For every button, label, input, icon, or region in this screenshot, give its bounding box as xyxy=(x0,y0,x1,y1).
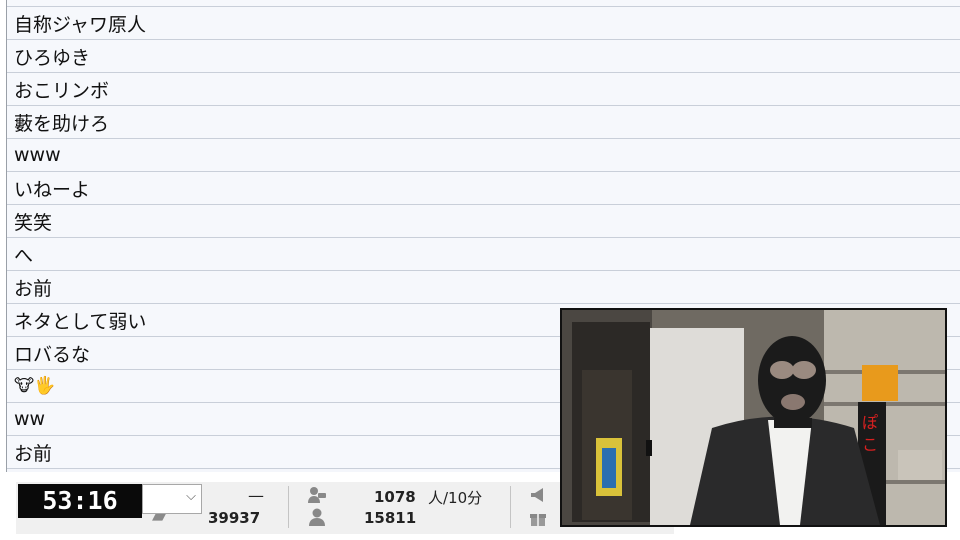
gift-icon[interactable] xyxy=(528,507,548,531)
comment-text: 藪を助けろ xyxy=(14,112,110,135)
comment-row[interactable]: www xyxy=(7,139,960,172)
comment-row[interactable]: 自称ジャワ原人 xyxy=(7,7,960,40)
comment-text: ネタとして弱い xyxy=(14,310,147,333)
comment-row[interactable]: おこリンボ xyxy=(7,73,960,106)
comment-icon: ▰ xyxy=(152,506,166,527)
quality-dropdown[interactable]: ⌵ xyxy=(142,484,202,514)
video-preview[interactable]: ぽ こ xyxy=(560,308,947,527)
comment-emoji: 🐮🖐 xyxy=(14,376,56,396)
comment-row[interactable] xyxy=(7,0,960,7)
comment-text: www xyxy=(14,144,61,166)
active-viewer-unit: 人/10分 xyxy=(428,489,483,507)
total-viewer-count: 15811 xyxy=(364,509,417,527)
comment-text: お前 xyxy=(14,277,53,300)
comment-text: 笑笑 xyxy=(14,211,53,234)
total-viewer-icon xyxy=(307,507,327,531)
comment-row[interactable]: ひろゆき xyxy=(7,40,960,73)
comment-row[interactable]: いねーよ xyxy=(7,172,960,205)
comment-row[interactable]: へ xyxy=(7,238,960,271)
viewer-icon xyxy=(307,485,327,509)
comment-row[interactable]: お前 xyxy=(7,271,960,304)
comment-row[interactable]: 笑笑 xyxy=(7,205,960,238)
comment-text: いねーよ xyxy=(14,178,91,201)
separator xyxy=(510,486,511,528)
comment-text: ロバるな xyxy=(14,343,91,366)
comment-text: お前 xyxy=(14,442,53,465)
svg-text:こ: こ xyxy=(862,435,878,454)
comment-text: ひろゆき xyxy=(14,46,91,69)
comment-text: 自称ジャワ原人 xyxy=(14,13,147,36)
comment-row[interactable]: 藪を助けろ xyxy=(7,106,960,139)
elapsed-timer: 53:16 xyxy=(18,484,142,518)
ad-megaphone-icon[interactable] xyxy=(528,485,548,509)
comment-text: おこリンボ xyxy=(14,79,110,102)
separator xyxy=(288,486,289,528)
comment-text: ww xyxy=(14,408,46,430)
svg-text:ぽ: ぽ xyxy=(862,413,878,432)
comment-count: 39937 xyxy=(208,509,261,527)
chevron-down-icon: ⌵ xyxy=(186,489,196,504)
dash-indicator: — xyxy=(248,486,264,505)
comment-text: へ xyxy=(14,244,34,267)
active-viewer-count: 1078 xyxy=(374,488,416,506)
